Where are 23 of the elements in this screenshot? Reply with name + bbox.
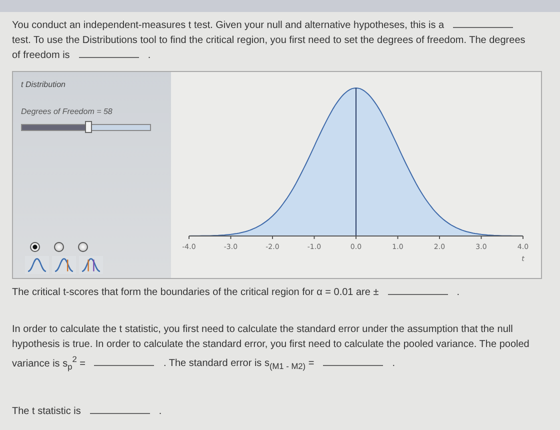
- question-text: .: [148, 49, 151, 63]
- question-text: test. To use the Distributions tool to find the critical region, you first need to set the degrees of freedom. The degrees: [12, 34, 526, 48]
- question-text: The critical t-scores that form the boundaries of the critical region for α = 0.01 are ±: [12, 286, 379, 300]
- question-text: .: [392, 357, 395, 372]
- question-text: variance is s$_{p}$$^{2}$ =: [12, 353, 86, 374]
- question-text: The t statistic is: [12, 405, 81, 420]
- question-text: hypothesis is true. In order to calculate the standard error, you first need to calculate the pooled variance. The pooled: [12, 338, 530, 352]
- question-text: of freedom is: [12, 49, 70, 63]
- slider-thumb[interactable]: [84, 121, 92, 133]
- degrees-slider[interactable]: [21, 124, 151, 131]
- question-text: You conduct an independent-measures t test. Given your null and alternative hypotheses, this is a: [12, 19, 444, 33]
- question-text: . The standard error is s$_{(M1 - M2)}$ =: [163, 357, 314, 374]
- question-text: In order to calculate the t statistic, you first need to calculate the standard error under the assumption that the null: [12, 323, 513, 337]
- bell-curve-lines-icon[interactable]: [52, 256, 76, 274]
- question-text: .: [158, 405, 162, 420]
- question-text: .: [456, 286, 460, 300]
- bell-curve-lines-icon[interactable]: [79, 256, 103, 274]
- radio-button[interactable]: [78, 242, 88, 252]
- radio-button[interactable]: [30, 242, 40, 252]
- radio-button[interactable]: [54, 242, 64, 252]
- bell-curve-icon[interactable]: [25, 256, 49, 274]
- slider-label: Degrees of Freedom = 58: [21, 107, 114, 116]
- tool-title: t Distribution: [21, 80, 66, 89]
